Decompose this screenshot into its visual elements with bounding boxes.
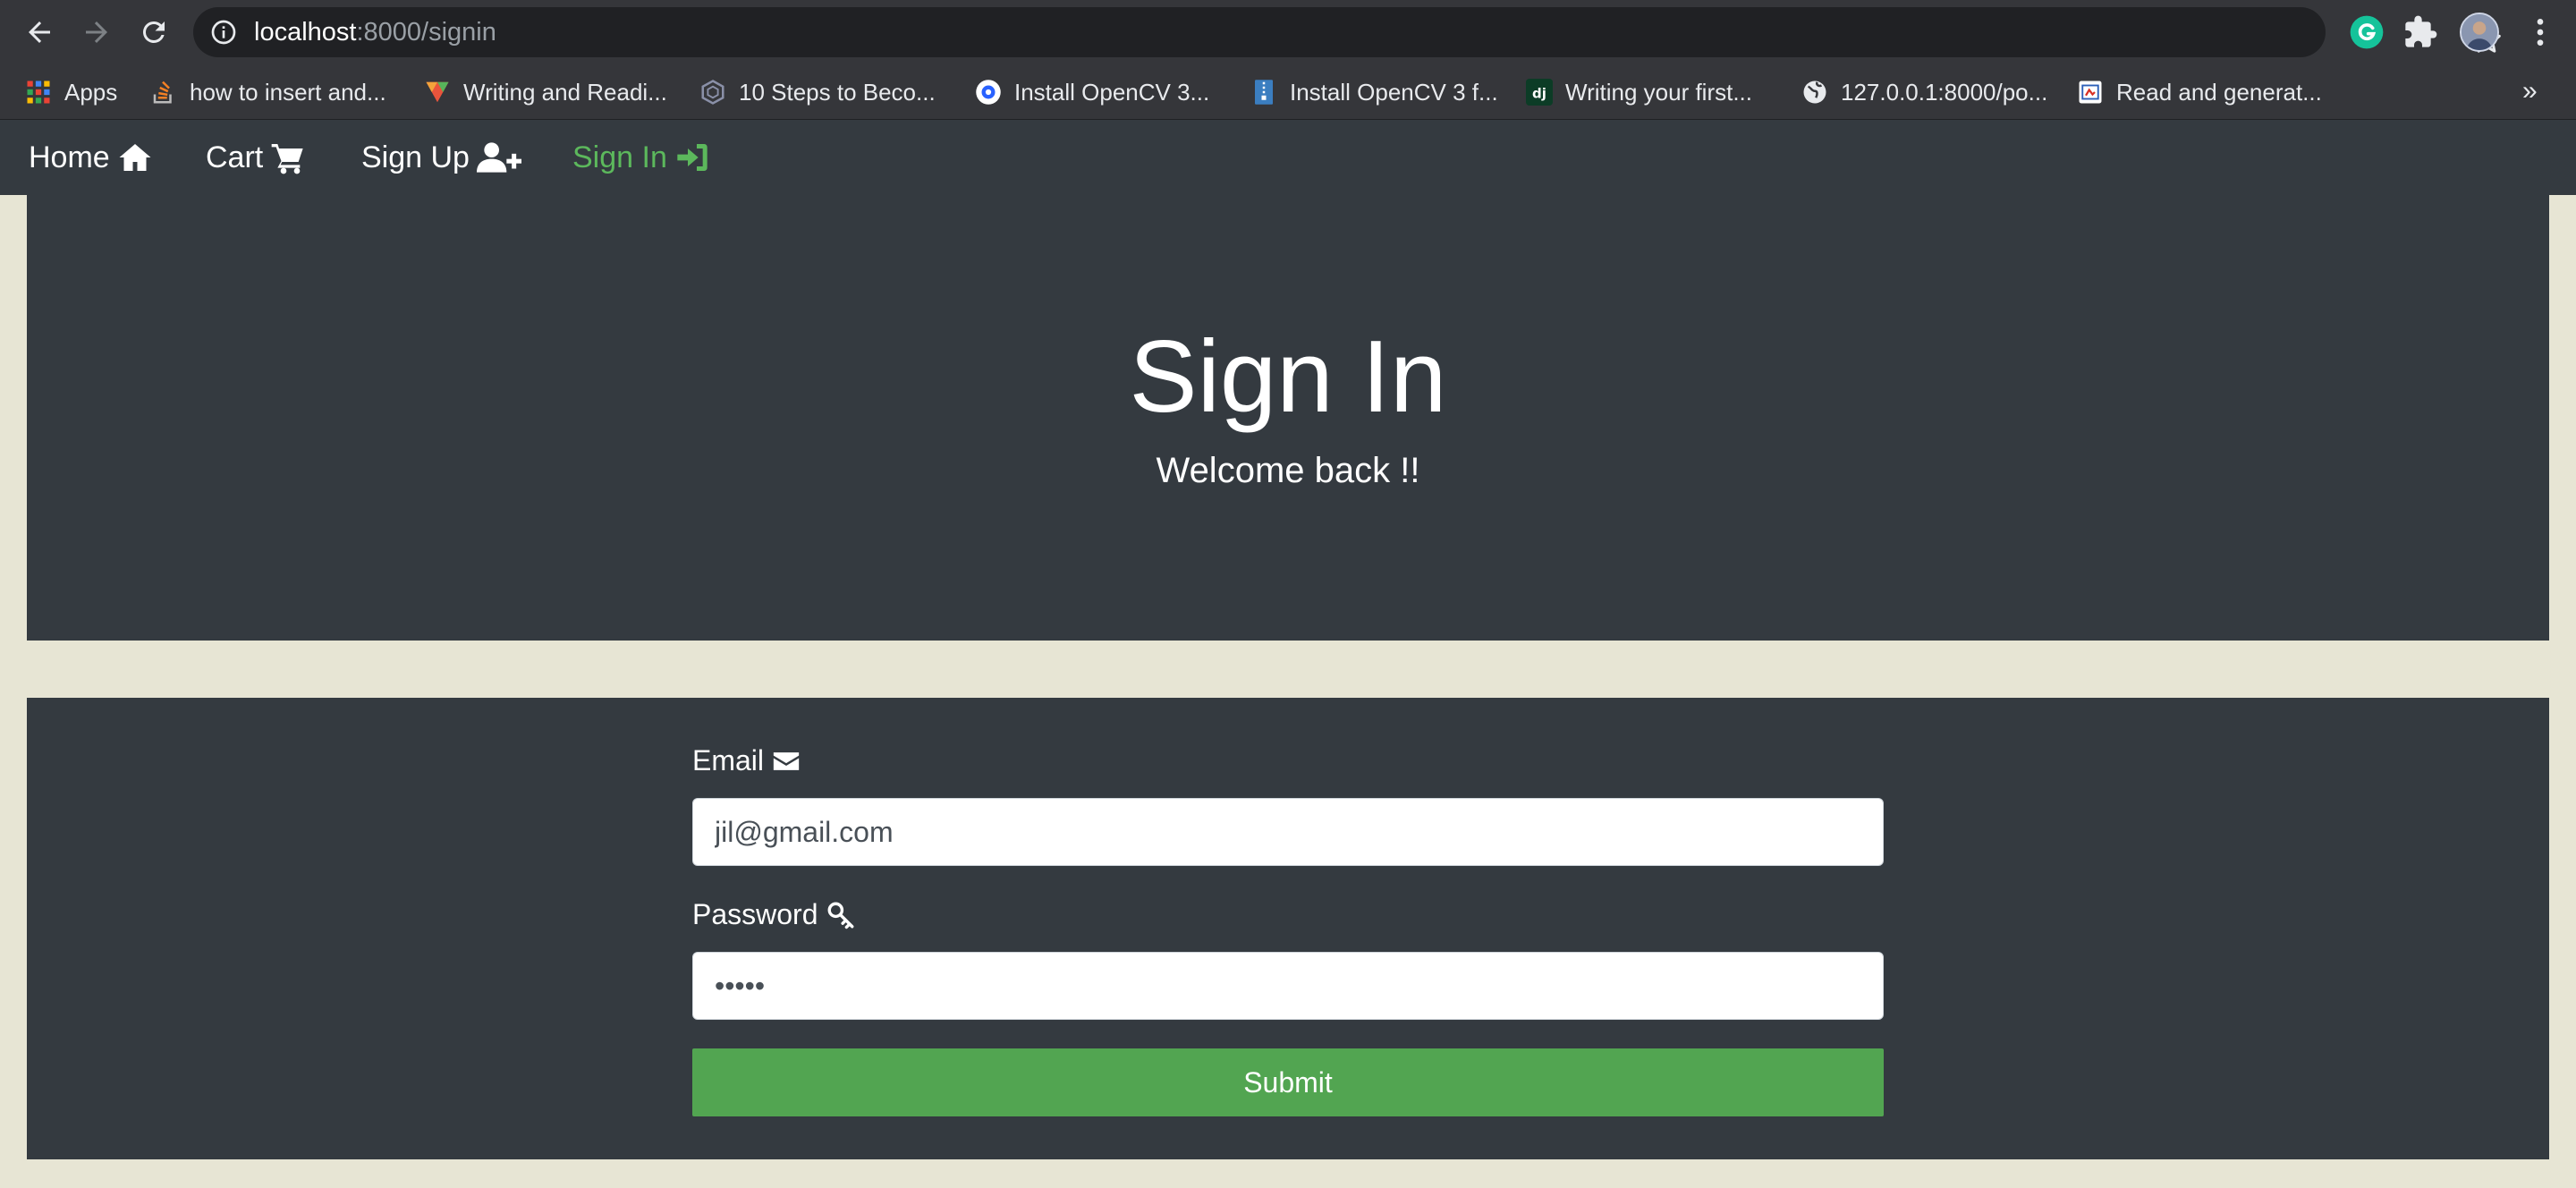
profile-photo-icon bbox=[2462, 14, 2497, 50]
reload-button[interactable] bbox=[132, 11, 175, 54]
bookmark-label: Writing your first... bbox=[1565, 78, 1753, 106]
profile-avatar[interactable] bbox=[2460, 13, 2499, 52]
home-icon bbox=[119, 144, 151, 171]
page-icon bbox=[2079, 81, 2102, 104]
stackoverflow-icon bbox=[153, 81, 172, 104]
nav-home-label: Home bbox=[29, 140, 110, 174]
shopping-cart-icon bbox=[271, 144, 303, 174]
bookmark-label: Read and generat... bbox=[2116, 78, 2322, 106]
bookmark-label: how to insert and... bbox=[190, 78, 386, 106]
url-text[interactable]: localhost:8000/signin bbox=[254, 7, 496, 57]
forward-button[interactable] bbox=[75, 11, 118, 54]
bookmark-label: Install OpenCV 3... bbox=[1014, 78, 1210, 106]
reload-icon bbox=[142, 21, 165, 43]
nav-home-link[interactable]: Home bbox=[29, 120, 153, 195]
info-icon[interactable] bbox=[209, 18, 238, 47]
email-label: Email bbox=[692, 744, 801, 777]
sign-in-icon bbox=[677, 144, 708, 171]
site-navbar: Home Cart Sign Up Sign In bbox=[0, 120, 2576, 195]
forward-arrow-icon bbox=[86, 21, 107, 43]
password-field[interactable] bbox=[692, 952, 1884, 1020]
url-host: localhost bbox=[254, 18, 357, 47]
browser-menu-icon[interactable] bbox=[2522, 14, 2558, 50]
email-field[interactable] bbox=[692, 798, 1884, 866]
medium-m-icon bbox=[426, 81, 449, 103]
password-label-text: Password bbox=[692, 898, 818, 930]
url-path: :8000/signin bbox=[356, 18, 496, 47]
bookmark-label: Writing and Readi... bbox=[463, 78, 667, 106]
bookmarks-overflow-button[interactable]: » bbox=[2522, 64, 2538, 120]
globe-icon bbox=[1803, 81, 1826, 104]
user-plus-icon bbox=[476, 142, 521, 173]
bookmark-item[interactable]: 127.0.0.1:8000/po... bbox=[1801, 64, 2047, 120]
bookmark-label: Apps bbox=[64, 78, 118, 106]
grammarly-extension-icon[interactable] bbox=[2349, 14, 2385, 50]
nav-signup-label: Sign Up bbox=[361, 140, 470, 174]
extensions-puzzle-icon[interactable] bbox=[2402, 14, 2438, 50]
zip-icon bbox=[1255, 80, 1273, 105]
bookmark-item[interactable]: Install OpenCV 3 f... bbox=[1250, 64, 1498, 120]
hexagon-icon bbox=[701, 80, 724, 105]
bookmark-item[interactable]: 10 Steps to Beco... bbox=[699, 64, 936, 120]
bookmark-item[interactable]: how to insert and... bbox=[150, 64, 386, 120]
back-button[interactable] bbox=[18, 11, 61, 54]
nav-cart-link[interactable]: Cart bbox=[206, 120, 306, 195]
browser-toolbar: localhost:8000/signin bbox=[0, 0, 2576, 64]
bookmark-label: 127.0.0.1:8000/po... bbox=[1841, 78, 2048, 106]
signin-form-panel: Email Password Submit bbox=[27, 698, 2549, 1159]
submit-button[interactable]: Submit bbox=[692, 1048, 1884, 1116]
svg-text:dj: dj bbox=[1532, 85, 1546, 101]
email-label-text: Email bbox=[692, 744, 765, 776]
bookmark-item[interactable]: Writing and Readi... bbox=[424, 64, 667, 120]
back-arrow-icon bbox=[29, 21, 50, 43]
bookmark-label: Install OpenCV 3 f... bbox=[1290, 78, 1498, 106]
bookmark-label: 10 Steps to Beco... bbox=[739, 78, 936, 106]
envelope-icon bbox=[773, 751, 800, 770]
hero-jumbotron: Sign In Welcome back !! bbox=[27, 195, 2549, 641]
nav-signin-label: Sign In bbox=[572, 140, 667, 174]
nav-signin-link[interactable]: Sign In bbox=[572, 120, 710, 195]
bookmark-item[interactable]: dj Writing your first... bbox=[1526, 64, 1752, 120]
django-icon: dj bbox=[1526, 79, 1553, 106]
opencv-icon bbox=[976, 80, 1001, 105]
page-title: Sign In bbox=[1129, 320, 1447, 434]
bookmarks-bar: Apps how to insert and... Writing and Re… bbox=[0, 64, 2576, 120]
apps-grid-icon bbox=[27, 81, 50, 104]
page-subtitle: Welcome back !! bbox=[1156, 451, 1420, 490]
password-label: Password bbox=[692, 898, 856, 931]
bookmark-item[interactable]: Read and generat... bbox=[2077, 64, 2322, 120]
bookmark-apps[interactable]: Apps bbox=[25, 64, 117, 120]
key-icon bbox=[827, 902, 853, 929]
bookmark-item[interactable]: Install OpenCV 3... bbox=[975, 64, 1209, 120]
nav-signup-link[interactable]: Sign Up bbox=[361, 120, 521, 195]
address-bar[interactable]: localhost:8000/signin bbox=[193, 7, 2501, 57]
nav-cart-label: Cart bbox=[206, 140, 264, 174]
